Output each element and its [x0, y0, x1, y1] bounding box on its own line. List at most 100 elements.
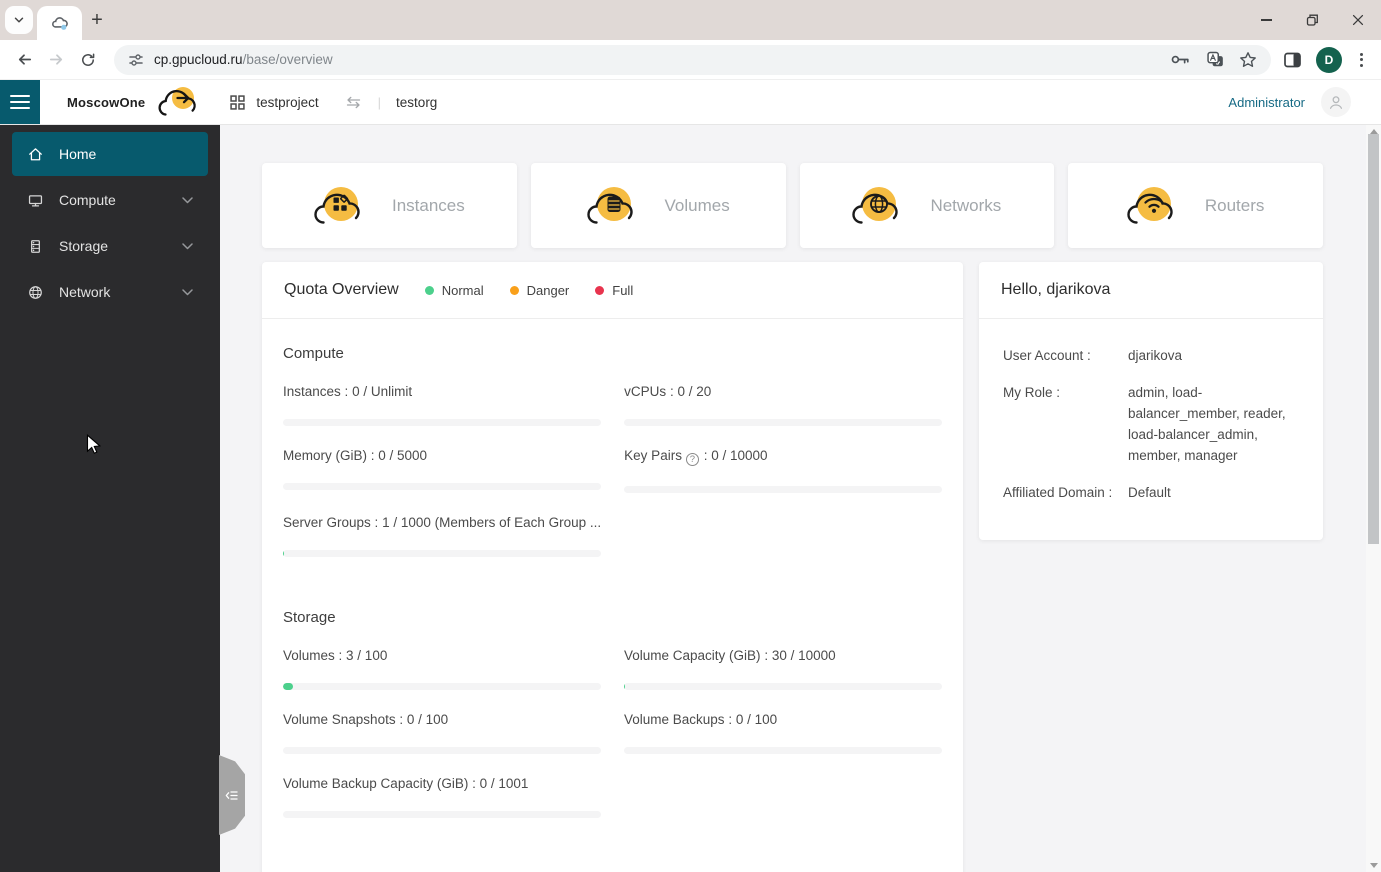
card-label: Networks	[930, 195, 1002, 215]
quota-legend: Normal Danger Full	[424, 282, 633, 298]
switch-project-icon[interactable]	[344, 96, 363, 109]
page-scrollbar[interactable]	[1366, 125, 1381, 872]
storage-server-icon	[31, 239, 40, 253]
window-close-button[interactable]	[1335, 0, 1381, 40]
translate-icon[interactable]	[1207, 51, 1224, 68]
bookmark-star-icon[interactable]	[1239, 51, 1257, 69]
home-icon	[29, 147, 42, 160]
card-label: Instances	[391, 195, 465, 215]
legend-label: Danger	[526, 282, 570, 298]
side-panel-icon[interactable]	[1283, 51, 1302, 69]
progress-bar	[624, 486, 942, 493]
sidebar-item-compute[interactable]: Compute	[12, 178, 208, 222]
browser-tab-strip: +	[0, 0, 1381, 40]
person-icon	[1329, 96, 1343, 109]
progress-bar	[624, 419, 942, 426]
sidebar-item-label: Home	[59, 146, 97, 162]
back-button[interactable]	[8, 44, 40, 76]
sidebar-item-label: Compute	[59, 192, 116, 208]
browser-profile-avatar[interactable]: D	[1316, 46, 1342, 73]
quota-item-key-pairs: Key Pairs? : 0 / 10000	[624, 448, 942, 493]
quota-item-instances: Instances : 0 / Unlimit	[283, 384, 602, 426]
main-content: Instances Volumes Networks Routers Quota…	[220, 125, 1381, 872]
section-title-storage: Storage	[283, 609, 336, 626]
profile-row-my-role: My Role : admin, load-balancer_member, r…	[1003, 385, 1286, 463]
sidebar-item-label: Storage	[59, 238, 109, 254]
quota-item-volumes: Volumes : 3 / 100	[283, 648, 601, 690]
browser-toolbar: cp.gpucloud.ru/base/overview D	[0, 40, 1381, 80]
quota-item-volume-backup-capacity: Volume Backup Capacity (GiB) : 0 / 1001	[283, 776, 601, 818]
full-dot-icon	[595, 285, 605, 295]
window-minimize-button[interactable]	[1243, 0, 1289, 40]
compute-monitor-icon	[28, 194, 43, 206]
profile-row-user-account: User Account : djarikova	[1003, 348, 1183, 363]
quota-title: Quota Overview	[284, 281, 399, 298]
card-routers[interactable]: Routers	[1068, 163, 1323, 248]
user-profile-panel: Hello, djarikova User Account : djarikov…	[979, 262, 1323, 540]
progress-bar	[283, 811, 601, 818]
progress-bar	[624, 683, 942, 690]
card-instances[interactable]: Instances	[262, 163, 517, 248]
browser-tab[interactable]	[37, 6, 82, 40]
user-avatar[interactable]	[1321, 87, 1351, 117]
restore-icon	[1306, 14, 1318, 26]
quota-item-volume-snapshots: Volume Snapshots : 0 / 100	[283, 712, 601, 754]
browser-menu-icon[interactable]	[1356, 49, 1367, 71]
chevron-down-icon	[182, 288, 193, 295]
collapse-menu-icon	[225, 790, 238, 800]
networks-cloud-icon	[852, 186, 899, 224]
new-tab-button[interactable]: +	[84, 8, 110, 32]
forward-arrow-icon	[49, 54, 62, 65]
quota-item-vcpus: vCPUs : 0 / 20	[624, 384, 942, 426]
project-grid-icon	[230, 94, 246, 110]
sidebar-item-network[interactable]: Network	[12, 270, 208, 314]
window-restore-button[interactable]	[1289, 0, 1335, 40]
quota-overview-panel: Quota Overview Normal Danger Full Comput…	[262, 262, 963, 872]
reload-button[interactable]	[72, 44, 104, 76]
chevron-down-icon	[14, 17, 24, 23]
address-bar[interactable]: cp.gpucloud.ru/base/overview	[114, 44, 1271, 75]
scrollbar-thumb[interactable]	[1368, 134, 1379, 544]
project-name[interactable]: testproject	[256, 95, 318, 110]
sidebar-item-home[interactable]: Home	[12, 132, 208, 176]
forward-button[interactable]	[40, 44, 72, 76]
brand-name: MoscowOne	[67, 94, 146, 110]
close-icon	[1352, 14, 1364, 26]
danger-dot-icon	[509, 285, 519, 295]
progress-bar	[283, 419, 602, 426]
legend-label: Normal	[441, 282, 484, 298]
sidebar-item-storage[interactable]: Storage	[12, 224, 208, 268]
section-title-compute: Compute	[283, 345, 344, 362]
reload-icon	[82, 52, 95, 66]
card-volumes[interactable]: Volumes	[530, 163, 786, 248]
org-name[interactable]: testorg	[396, 95, 437, 110]
quota-item-volume-capacity: Volume Capacity (GiB) : 30 / 10000	[624, 648, 942, 690]
progress-bar	[283, 483, 602, 490]
instances-cloud-icon	[314, 186, 360, 224]
greeting: Hello, djarikova	[1001, 281, 1111, 298]
progress-bar	[624, 747, 942, 754]
help-icon[interactable]: ?	[685, 453, 699, 466]
network-globe-icon	[29, 285, 42, 299]
cloud-favicon-icon	[52, 16, 68, 30]
card-networks[interactable]: Networks	[799, 163, 1055, 248]
role-label[interactable]: Administrator	[1228, 95, 1305, 110]
scroll-down-arrow-icon[interactable]	[1369, 863, 1378, 868]
tab-search-button[interactable]	[5, 6, 33, 34]
brand-cloud-logo	[154, 85, 200, 119]
password-key-icon[interactable]	[1171, 53, 1192, 66]
quota-item-memory: Memory (GiB) : 0 / 5000	[283, 448, 602, 493]
back-arrow-icon	[18, 54, 31, 65]
quota-item-server-groups: Server Groups : 1 / 1000 (Members of Eac…	[283, 515, 602, 557]
header-divider: |	[377, 94, 382, 110]
card-label: Routers	[1204, 195, 1265, 215]
chevron-down-icon	[182, 196, 193, 203]
progress-bar	[283, 683, 601, 690]
routers-cloud-icon	[1127, 186, 1173, 224]
site-settings-icon	[129, 53, 143, 66]
sidebar-item-label: Network	[59, 284, 111, 300]
profile-row-affiliated-domain: Affiliated Domain : Default	[1003, 485, 1171, 500]
sidebar-toggle-button[interactable]	[0, 80, 40, 124]
minimize-icon	[1260, 19, 1272, 21]
chevron-down-icon	[182, 242, 193, 249]
